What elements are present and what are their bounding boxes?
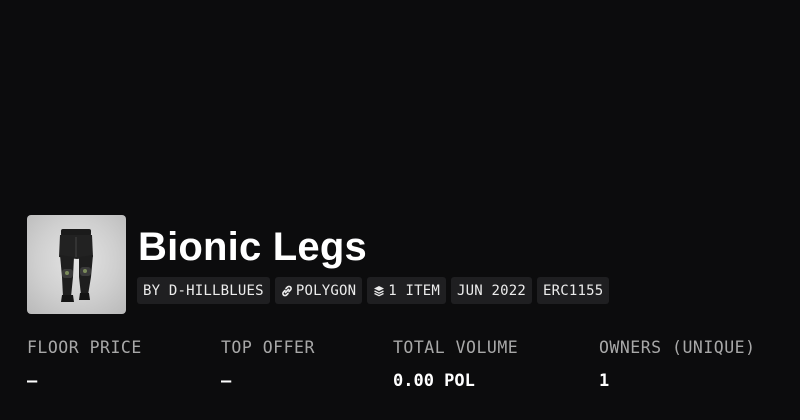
creator-tag[interactable]: BY D-HILLBLUES: [137, 277, 270, 304]
layers-icon: [373, 285, 385, 297]
chain-tag[interactable]: POLYGON: [274, 277, 363, 304]
bionic-legs-image: [59, 229, 93, 302]
creator-tag-label: BY D-HILLBLUES: [143, 282, 264, 299]
standard-tag-label: ERC1155: [543, 282, 604, 299]
chain-tag-label: POLYGON: [295, 282, 357, 299]
collection-tags: BY D-HILLBLUES POLYGON 1 ITEM JUN 2022 E…: [137, 277, 610, 304]
owners-value: 1: [599, 371, 610, 391]
date-tag-label: JUN 2022: [457, 282, 527, 299]
floor-price-stat: FLOOR PRICE —: [27, 338, 142, 391]
collection-thumbnail: [27, 215, 126, 314]
floor-price-label: FLOOR PRICE: [27, 338, 142, 357]
owners-stat: OWNERS (UNIQUE) 1: [599, 338, 756, 391]
top-offer-stat: TOP OFFER —: [221, 338, 315, 391]
total-volume-stat: TOTAL VOLUME 0.00 POL: [393, 338, 518, 391]
top-offer-label: TOP OFFER: [221, 338, 315, 357]
date-tag: JUN 2022: [451, 277, 533, 304]
collection-title: Bionic Legs: [138, 225, 367, 269]
items-tag[interactable]: 1 ITEM: [367, 277, 446, 304]
owners-label: OWNERS (UNIQUE): [599, 338, 756, 357]
link-icon: [281, 285, 293, 297]
total-volume-label: TOTAL VOLUME: [393, 338, 519, 357]
floor-price-value: —: [27, 371, 38, 391]
items-tag-label: 1 ITEM: [388, 282, 440, 299]
top-offer-value: —: [221, 371, 232, 391]
standard-tag: ERC1155: [537, 277, 610, 304]
total-volume-value: 0.00 POL: [393, 371, 475, 391]
